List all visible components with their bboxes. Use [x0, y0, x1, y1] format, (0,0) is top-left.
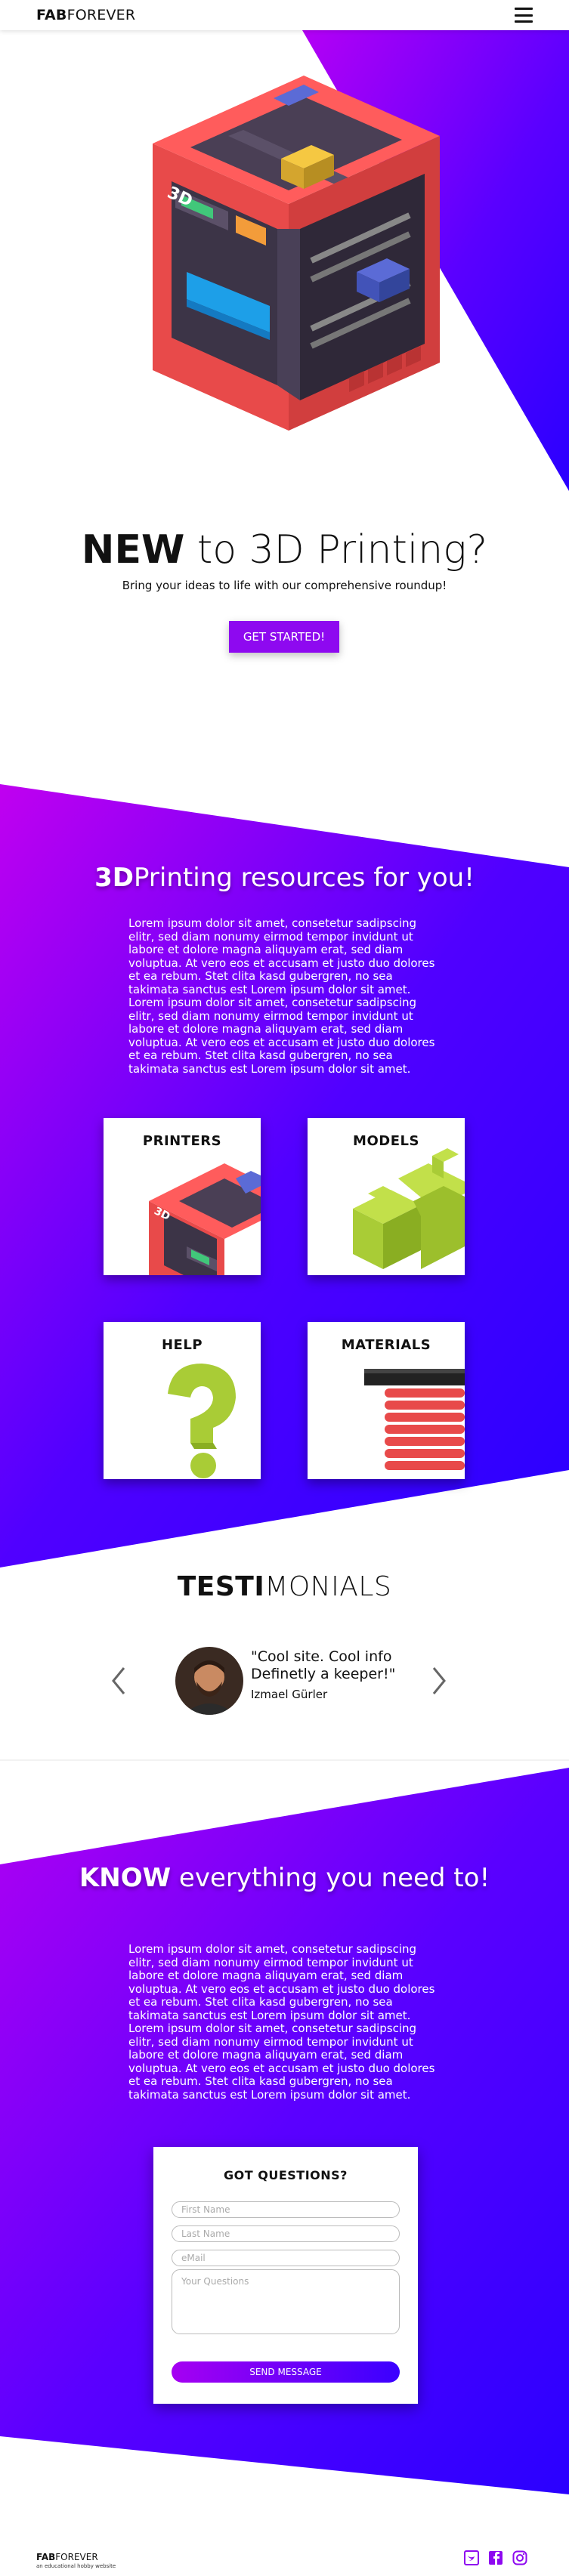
- facebook-icon[interactable]: [488, 2550, 503, 2565]
- hero-subtitle: Bring your ideas to life with our compre…: [122, 579, 447, 592]
- footer-tagline: an educational hobby website: [36, 2563, 116, 2569]
- avatar: [175, 1647, 243, 1715]
- footer-logo-bold: FAB: [36, 2552, 56, 2562]
- send-message-button[interactable]: SEND MESSAGE: [172, 2361, 400, 2383]
- quote-line-1: "Cool site. Cool info: [251, 1648, 392, 1665]
- card-label-models: MODELS: [353, 1133, 419, 1149]
- footer-logo[interactable]: FABFOREVER: [36, 2552, 98, 2562]
- menu-bar: [515, 14, 533, 17]
- printer-illustration: 3D: [153, 76, 440, 431]
- card-label-printers: PRINTERS: [142, 1133, 222, 1149]
- questions-textarea[interactable]: Your Questions: [172, 2269, 400, 2334]
- contact-form: GOT QUESTIONS? First Name Last Name eMai…: [153, 2147, 418, 2404]
- email-field[interactable]: eMail: [172, 2250, 400, 2266]
- resources-title: 3DPrinting resources for you!: [0, 863, 569, 893]
- card-label-help: HELP: [161, 1337, 203, 1353]
- know-title-bold: KNOW: [79, 1863, 172, 1893]
- resources-background: [0, 784, 569, 1568]
- card-printers[interactable]: 3D PRINTERS: [104, 1118, 261, 1275]
- resources-title-bold: 3D: [94, 863, 135, 893]
- hero-title: NEW to 3D Printing?: [0, 527, 569, 573]
- testimonial-quote: "Cool site. Cool info Definetly a keeper…: [251, 1648, 432, 1683]
- know-body: Lorem ipsum dolor sit amet, consetetur s…: [128, 1942, 435, 2102]
- testimonial-author: Izmael Gürler: [251, 1688, 328, 1701]
- know-title-rest: everything you need to!: [171, 1863, 490, 1893]
- form-title: GOT QUESTIONS?: [224, 2168, 348, 2182]
- know-title: KNOW everything you need to!: [0, 1863, 569, 1893]
- last-name-field[interactable]: Last Name: [172, 2225, 400, 2242]
- testimonials-title-bold: TESTI: [177, 1571, 265, 1602]
- twitter-icon[interactable]: [464, 2550, 479, 2565]
- logo-light: FOREVER: [66, 7, 136, 23]
- top-navbar: FABFOREVER: [0, 0, 569, 30]
- card-help[interactable]: HELP: [104, 1322, 261, 1479]
- card-models[interactable]: MODELS: [308, 1118, 465, 1275]
- resources-title-rest: Printing resources for you!: [134, 863, 475, 893]
- hero-title-rest: to 3D Printing?: [184, 527, 488, 573]
- testimonials-title: TESTIMONIALS: [0, 1571, 569, 1602]
- menu-bar: [515, 8, 533, 10]
- menu-bar: [515, 20, 533, 23]
- logo-bold: FAB: [36, 7, 67, 23]
- chevron-left-icon[interactable]: [107, 1662, 130, 1700]
- testimonials-title-rest: MONIALS: [264, 1571, 392, 1602]
- quote-line-2: Definetly a keeper!": [251, 1666, 396, 1682]
- card-label-materials: MATERIALS: [341, 1337, 431, 1353]
- get-started-button[interactable]: GET STARTED!: [229, 621, 339, 653]
- hamburger-menu-icon[interactable]: [515, 8, 533, 23]
- page-root: FABFOREVER 3D NEW to 3D Printing? Bring …: [0, 0, 569, 2576]
- resources-body: Lorem ipsum dolor sit amet, consetetur s…: [128, 916, 435, 1076]
- first-name-field[interactable]: First Name: [172, 2201, 400, 2218]
- instagram-icon[interactable]: [512, 2550, 527, 2565]
- hero-title-bold: NEW: [81, 527, 185, 573]
- site-logo[interactable]: FABFOREVER: [36, 7, 135, 23]
- footer-logo-light: FOREVER: [55, 2552, 98, 2562]
- card-materials[interactable]: MATERIALS: [308, 1322, 465, 1479]
